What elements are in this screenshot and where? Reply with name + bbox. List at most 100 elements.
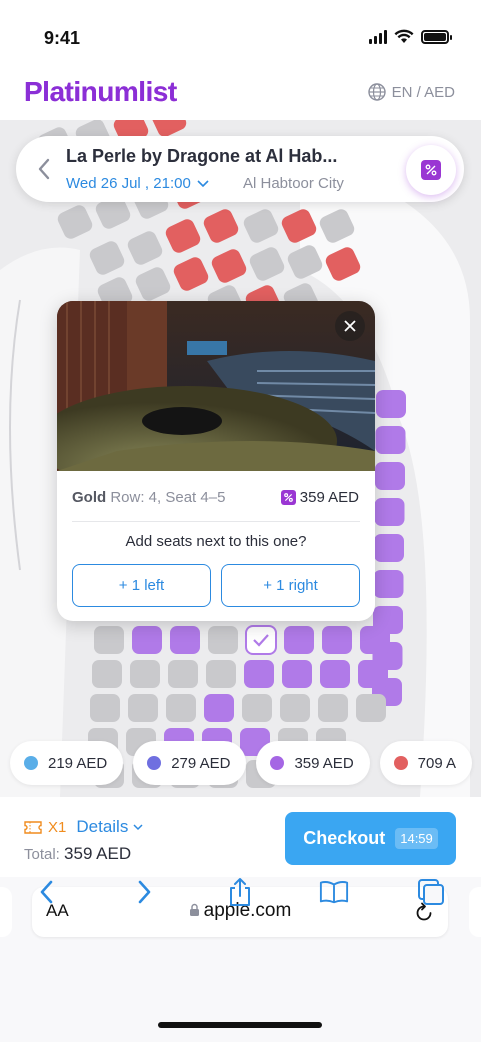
legend-color-dot xyxy=(393,756,408,770)
legend-chip[interactable]: 359 AED xyxy=(256,741,370,785)
seat[interactable] xyxy=(163,217,202,255)
seat[interactable] xyxy=(374,498,405,526)
divider xyxy=(72,521,360,522)
seat[interactable] xyxy=(284,626,314,654)
seat-price-value: 359 AED xyxy=(299,489,359,506)
locale-selector[interactable]: EN / AED xyxy=(367,83,455,101)
details-toggle[interactable]: Details xyxy=(76,817,143,837)
seat[interactable] xyxy=(208,626,238,654)
seat[interactable] xyxy=(247,245,286,283)
seat[interactable] xyxy=(318,694,348,722)
add-right-button[interactable]: + 1 right xyxy=(221,564,360,607)
seat[interactable] xyxy=(375,426,406,454)
seat[interactable] xyxy=(280,694,310,722)
seat[interactable] xyxy=(376,390,406,418)
legend-label: 709 A xyxy=(417,754,457,772)
status-bar: 9:41 xyxy=(0,0,481,64)
share-icon[interactable] xyxy=(225,877,255,907)
seat[interactable] xyxy=(241,207,280,245)
ticket-summary: X1 Details xyxy=(24,817,143,837)
venue-photo xyxy=(57,301,375,471)
seat[interactable] xyxy=(201,207,240,245)
seat[interactable] xyxy=(125,229,164,267)
percent-icon xyxy=(421,160,441,180)
seat[interactable] xyxy=(94,626,124,654)
event-date-selector[interactable]: Wed 26 Jul , 21:00 xyxy=(66,175,209,192)
checkout-button[interactable]: Checkout 14:59 xyxy=(285,812,456,865)
seat[interactable] xyxy=(320,660,350,688)
battery-icon xyxy=(421,29,452,44)
bookmarks-icon[interactable] xyxy=(319,877,349,907)
seat[interactable] xyxy=(166,694,196,722)
globe-icon xyxy=(367,83,386,101)
seat[interactable] xyxy=(55,203,94,241)
percent-icon xyxy=(280,490,296,505)
seat-location: Row: 4, Seat 4–5 xyxy=(110,489,226,506)
seat[interactable] xyxy=(132,626,162,654)
close-popup-button[interactable] xyxy=(335,311,365,341)
chevron-down-icon xyxy=(197,179,209,187)
seat[interactable] xyxy=(322,626,352,654)
legend-label: 219 AED xyxy=(48,754,108,772)
total-value: 359 AED xyxy=(64,844,132,863)
seat-popup: Gold Row: 4, Seat 4–5 359 AED Add seats … xyxy=(57,301,375,621)
tabs-icon[interactable] xyxy=(416,877,446,907)
platinumlist-logo[interactable]: Platinumlist xyxy=(24,76,177,108)
checkout-bar: X1 Details Total: 359 AED Checkout 14:59 xyxy=(0,797,481,877)
selected-seat[interactable] xyxy=(245,625,277,655)
seat[interactable] xyxy=(209,247,248,285)
forward-icon[interactable] xyxy=(129,877,159,907)
seat[interactable] xyxy=(92,660,122,688)
legend-chip[interactable]: 279 AED xyxy=(133,741,247,785)
details-label: Details xyxy=(76,817,129,836)
add-seats-question: Add seats next to this one? xyxy=(125,533,307,550)
close-icon xyxy=(344,320,356,332)
seat[interactable] xyxy=(128,694,158,722)
chevron-left-icon[interactable] xyxy=(34,156,54,182)
chevron-down-icon xyxy=(133,823,143,830)
seat[interactable] xyxy=(374,534,404,562)
seat[interactable] xyxy=(168,660,198,688)
legend-color-dot xyxy=(147,756,162,770)
seat[interactable] xyxy=(373,570,404,598)
legend-label: 279 AED xyxy=(171,754,231,772)
legend-chip[interactable]: 219 AED xyxy=(10,741,124,785)
price-legend: 219 AED 279 AED 359 AED 709 A xyxy=(10,741,473,785)
add-left-button[interactable]: + 1 left xyxy=(72,564,211,607)
promo-button[interactable] xyxy=(406,145,456,195)
back-icon[interactable] xyxy=(32,877,62,907)
event-venue: Al Habtoor City xyxy=(243,175,344,192)
seat[interactable] xyxy=(170,626,200,654)
event-title: La Perle by Dragone at Al Hab... xyxy=(66,146,338,166)
seat[interactable] xyxy=(87,239,126,277)
order-total: Total: 359 AED xyxy=(24,844,131,864)
seat[interactable] xyxy=(133,265,172,303)
legend-color-dot xyxy=(270,756,285,770)
next-tab-edge[interactable] xyxy=(469,887,481,937)
event-date: Wed 26 Jul , 21:00 xyxy=(66,175,191,192)
app-header: Platinumlist EN / AED xyxy=(0,64,481,120)
ticket-icon xyxy=(24,820,42,834)
seat[interactable] xyxy=(206,660,236,688)
seat[interactable] xyxy=(358,660,388,688)
seat[interactable] xyxy=(242,694,272,722)
legend-chip[interactable]: 709 A xyxy=(379,741,473,785)
seat[interactable] xyxy=(282,660,312,688)
home-indicator xyxy=(158,1022,322,1028)
seat-price: 359 AED xyxy=(280,489,359,506)
seat-category: Gold xyxy=(72,489,107,506)
seat[interactable] xyxy=(356,694,386,722)
locale-label: EN / AED xyxy=(391,83,455,101)
seat[interactable] xyxy=(171,255,210,293)
seat[interactable] xyxy=(130,660,160,688)
lock-icon xyxy=(189,903,199,916)
legend-color-dot xyxy=(24,756,38,770)
seat[interactable] xyxy=(204,694,234,722)
seat[interactable] xyxy=(375,462,405,490)
seat[interactable] xyxy=(90,694,120,722)
seat-info: Gold Row: 4, Seat 4–5 xyxy=(72,489,225,506)
seat[interactable] xyxy=(360,626,390,654)
seat[interactable] xyxy=(244,660,274,688)
previous-tab-edge[interactable] xyxy=(0,887,12,937)
legend-label: 359 AED xyxy=(294,754,354,772)
